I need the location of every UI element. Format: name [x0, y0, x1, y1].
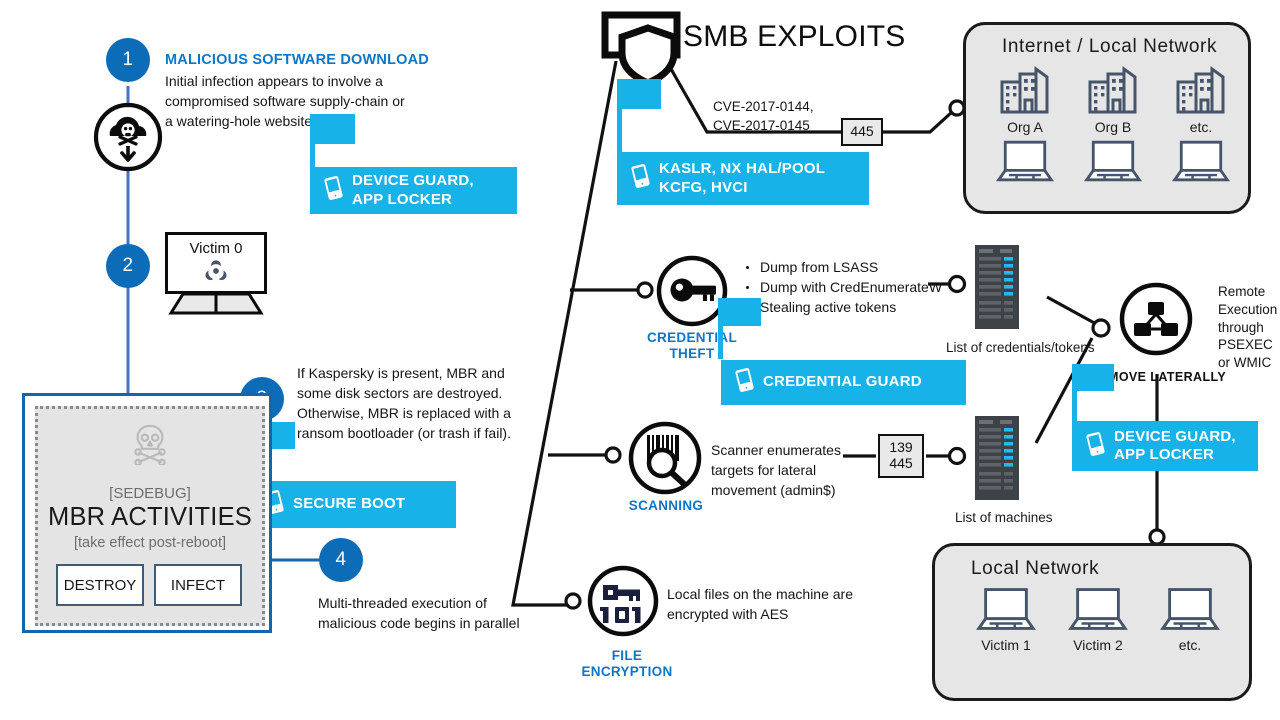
mbr-action-destroy: DESTROY: [56, 564, 144, 606]
move-laterally-title: MOVE LATERALLY: [1108, 370, 1227, 384]
org-a-label: Org A: [1007, 119, 1043, 135]
smb-cve-label: CVE-2017-0144, CVE-2017-0145: [713, 99, 814, 133]
mbr-activities-box: [SEDEBUG] MBR ACTIVITIES [take effect po…: [22, 393, 272, 633]
file-encryption-body: Local files on the machine are encrypted…: [667, 586, 853, 622]
device-lock-icon: [631, 164, 650, 193]
step-1-heading: MALICIOUS SOFTWARE DOWNLOAD: [165, 52, 429, 68]
callout-kaslr: KASLR, NX HAL/POOL KCFG, HVCI: [617, 152, 869, 205]
office-building-icon: [1176, 66, 1225, 114]
flag-banner: [315, 114, 355, 144]
machines-list-caption: List of machines: [955, 510, 1053, 525]
credential-theft-bullet: Dump from LSASS: [742, 258, 957, 278]
laptop-icon: [1160, 588, 1220, 630]
flag-banner: [622, 79, 661, 109]
step-2-number: 2: [122, 255, 134, 276]
step-1-number: 1: [122, 49, 134, 70]
device-lock-icon: [1086, 431, 1105, 461]
port-445-box: 445: [841, 118, 883, 146]
scanning-icon: [627, 420, 703, 496]
org-b-item: Org B: [1082, 66, 1144, 135]
move-laterally-icon: [1118, 281, 1194, 357]
local-network-title: Local Network: [971, 558, 1100, 579]
credential-theft-bullet: Dump with CredEnumerateW: [742, 278, 957, 298]
callout-secure-boot: SECURE BOOT: [251, 481, 456, 528]
flag-banner: [1077, 364, 1114, 391]
victim-0-label: Victim 0: [189, 240, 243, 257]
laptop-icon: [976, 588, 1036, 630]
internet-network-title: Internet / Local Network: [1002, 36, 1218, 57]
server-rack-machines-icon: [972, 414, 1022, 502]
device-lock-icon: [735, 368, 754, 397]
mbr-action-infect: INFECT: [154, 564, 242, 606]
victim-2-label: Victim 2: [1073, 637, 1123, 653]
office-building-icon: [1000, 66, 1049, 114]
internet-network-panel: Internet / Local Network Org A Org B etc…: [963, 22, 1251, 214]
credential-theft-title: CREDENTIAL THEFT: [647, 330, 737, 362]
mbr-title: MBR ACTIVITIES: [48, 503, 252, 531]
victim-0-laptop: Victim 0: [165, 232, 270, 322]
remote-execution-note: Remote Execution through PSEXEC or WMIC: [1218, 284, 1278, 371]
step-4-number: 4: [335, 549, 347, 570]
callout-device-guard-top-label: DEVICE GUARD, APP LOCKER: [352, 172, 474, 208]
scanning-title: SCANNING: [628, 498, 704, 513]
local-network-panel: Local Network Victim 1 Victim 2 etc.: [932, 543, 1252, 701]
victim-etc-item: etc.: [1157, 586, 1223, 653]
org-a-item: Org A: [994, 66, 1056, 135]
step-3-body: If Kaspersky is present, MBR and some di…: [297, 365, 511, 441]
credential-theft-bullets: Dump from LSASS Dump with CredEnumerateW…: [742, 258, 957, 318]
port-445-value: 445: [850, 123, 874, 140]
laptop-icon: [995, 140, 1055, 182]
laptop-icon: [1083, 140, 1143, 182]
office-building-icon: [1088, 66, 1137, 114]
victim-1-item: Victim 1: [973, 586, 1039, 653]
scanning-body: Scanner enumerates targets for lateral m…: [711, 442, 841, 498]
smb-exploits-title: SMB EXPLOITS: [683, 20, 906, 53]
credential-list-caption: List of credentials/tokens: [946, 340, 1095, 355]
credential-theft-bullet: Stealing active tokens: [742, 298, 957, 318]
mbr-subtitle: [take effect post-reboot]: [73, 535, 227, 551]
skull-cloud-download-icon: [93, 102, 163, 172]
org-b-label: Org B: [1094, 119, 1132, 135]
org-etc-label: etc.: [1189, 119, 1213, 135]
step-1-body: Initial infection appears to involve a c…: [165, 73, 405, 129]
victim-2-item: Victim 2: [1065, 586, 1131, 653]
step-1-bubble: 1: [106, 38, 150, 82]
victim-etc-label: etc.: [1178, 637, 1202, 653]
step-2-bubble: 2: [106, 244, 150, 288]
smb-monitor-shield-icon: [600, 10, 696, 87]
port-139-445-box: 139 445: [878, 434, 924, 478]
callout-kaslr-label: KASLR, NX HAL/POOL KCFG, HVCI: [659, 160, 826, 196]
file-encryption-title: FILE ENCRYPTION: [581, 648, 673, 680]
device-lock-icon: [324, 176, 343, 205]
laptop-icon: [1171, 140, 1231, 182]
callout-device-guard-app-locker-right: DEVICE GUARD, APP LOCKER: [1072, 421, 1258, 471]
server-rack-credentials-icon: [972, 243, 1022, 331]
skull-crossbones-icon: [38, 423, 262, 465]
callout-secure-boot-label: SECURE BOOT: [293, 495, 406, 513]
mbr-sedebug-label: [SEDEBUG]: [109, 485, 191, 502]
port-139-value: 139: [889, 439, 913, 456]
callout-device-guard-app-locker-top: DEVICE GUARD, APP LOCKER: [310, 167, 517, 214]
victim-1-label: Victim 1: [981, 637, 1031, 653]
org-etc-item: etc.: [1170, 66, 1232, 135]
callout-credential-guard: CREDENTIAL GUARD: [721, 360, 966, 405]
diagram-canvas: 1 MALICIOUS SOFTWARE DOWNLOAD Initial in…: [0, 0, 1280, 720]
step-4-bubble: 4: [319, 538, 363, 582]
flag-banner: [723, 298, 761, 326]
port-445-value: 445: [889, 455, 913, 471]
callout-credential-guard-label: CREDENTIAL GUARD: [763, 373, 922, 391]
biohazard-icon: [205, 260, 227, 281]
laptop-icon: [1068, 588, 1128, 630]
file-encryption-icon: [587, 565, 659, 637]
callout-device-guard-right-label: DEVICE GUARD, APP LOCKER: [1114, 427, 1236, 463]
step-4-body: Multi-threaded execution of malicious co…: [318, 595, 520, 631]
